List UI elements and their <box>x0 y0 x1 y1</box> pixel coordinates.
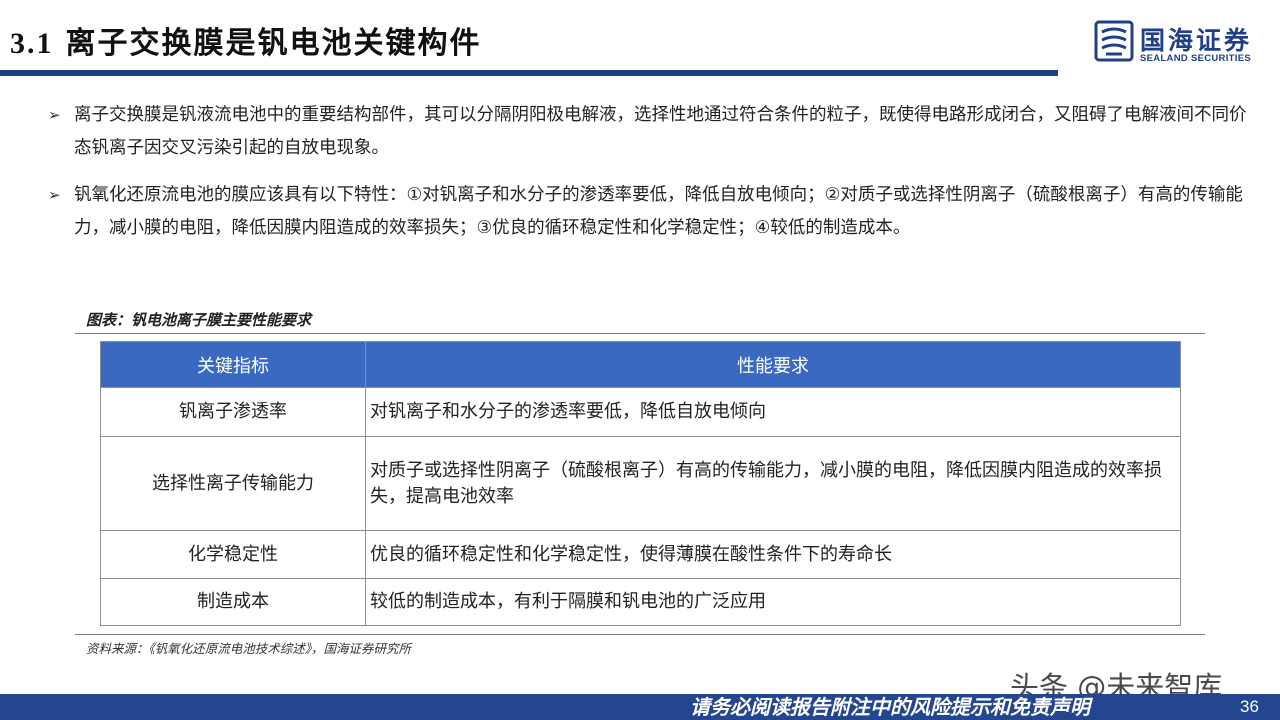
table-header-row: 关键指标 性能要求 <box>100 341 1181 388</box>
row-key: 选择性离子传输能力 <box>100 436 366 531</box>
row-value: 较低的制造成本，有利于隔膜和钒电池的广泛应用 <box>365 578 1181 626</box>
section-number: 3.1 <box>10 27 54 60</box>
row-value: 优良的循环稳定性和化学稳定性，使得薄膜在酸性条件下的寿命长 <box>365 530 1181 579</box>
chevron-right-icon: ➢ <box>48 186 61 204</box>
chevron-right-icon: ➢ <box>48 106 61 124</box>
bullet-text: 离子交换膜是钒液流电池中的重要结构部件，其可以分隔阴阳极电解液，选择性地通过符合… <box>74 105 1247 158</box>
company-logo: 国海证券 SEALAND SECURITIES <box>1094 20 1274 70</box>
title-text: 离子交换膜是钒电池关键构件 <box>65 26 482 61</box>
logo-english: SEALAND SECURITIES <box>1140 53 1251 64</box>
slide-title: 3.1 离子交换膜是钒电池关键构件 <box>10 18 482 62</box>
source-divider <box>75 634 1205 635</box>
disclaimer-text: 请务必阅读报告附注中的风险提示和免责声明 <box>690 695 1090 719</box>
source-note: 资料来源：《钒氧化还原流电池技术综述》，国海证券研究所 <box>86 641 412 656</box>
table-row: 钒离子渗透率 对钒离子和水分子的渗透率要低，降低自放电倾向 <box>100 387 1181 437</box>
slide-header: 3.1 离子交换膜是钒电池关键构件 国海证券 SEALAND SECURITIES <box>0 0 1280 80</box>
table-caption: 图表：钒电池离子膜主要性能要求 <box>86 311 312 329</box>
header-key: 关键指标 <box>100 341 366 388</box>
bullet-item: ➢ 钒氧化还原流电池的膜应该具有以下特性：①对钒离子和水分子的渗透率要低，降低自… <box>48 179 1248 245</box>
header-value: 性能要求 <box>365 341 1181 388</box>
row-value: 对钒离子和水分子的渗透率要低，降低自放电倾向 <box>365 387 1181 437</box>
table-row: 化学稳定性 优良的循环稳定性和化学稳定性，使得薄膜在酸性条件下的寿命长 <box>100 530 1181 579</box>
row-value: 对质子或选择性阴离子（硫酸根离子）有高的传输能力，减小膜的电阻，降低因膜内阻造成… <box>365 436 1181 531</box>
caption-divider <box>75 333 1205 334</box>
bullet-text: 钒氧化还原流电池的膜应该具有以下特性：①对钒离子和水分子的渗透率要低，降低自放电… <box>74 185 1243 238</box>
table-row: 选择性离子传输能力 对质子或选择性阴离子（硫酸根离子）有高的传输能力，减小膜的电… <box>100 436 1181 531</box>
row-key: 化学稳定性 <box>100 530 366 579</box>
requirements-table: 关键指标 性能要求 钒离子渗透率 对钒离子和水分子的渗透率要低，降低自放电倾向 … <box>100 341 1181 626</box>
table-row: 制造成本 较低的制造成本，有利于隔膜和钒电池的广泛应用 <box>100 578 1181 626</box>
row-key: 钒离子渗透率 <box>100 387 366 437</box>
logo-chinese: 国海证券 <box>1140 26 1253 55</box>
header-divider <box>0 70 1058 76</box>
page-number: 36 <box>1240 697 1259 716</box>
sealand-logo-icon <box>1094 20 1134 62</box>
bullet-list: ➢ 离子交换膜是钒液流电池中的重要结构部件，其可以分隔阴阳极电解液，选择性地通过… <box>48 99 1248 259</box>
row-key: 制造成本 <box>100 578 366 626</box>
slide-footer: 请务必阅读报告附注中的风险提示和免责声明 36 <box>0 694 1280 720</box>
bullet-item: ➢ 离子交换膜是钒液流电池中的重要结构部件，其可以分隔阴阳极电解液，选择性地通过… <box>48 99 1248 165</box>
